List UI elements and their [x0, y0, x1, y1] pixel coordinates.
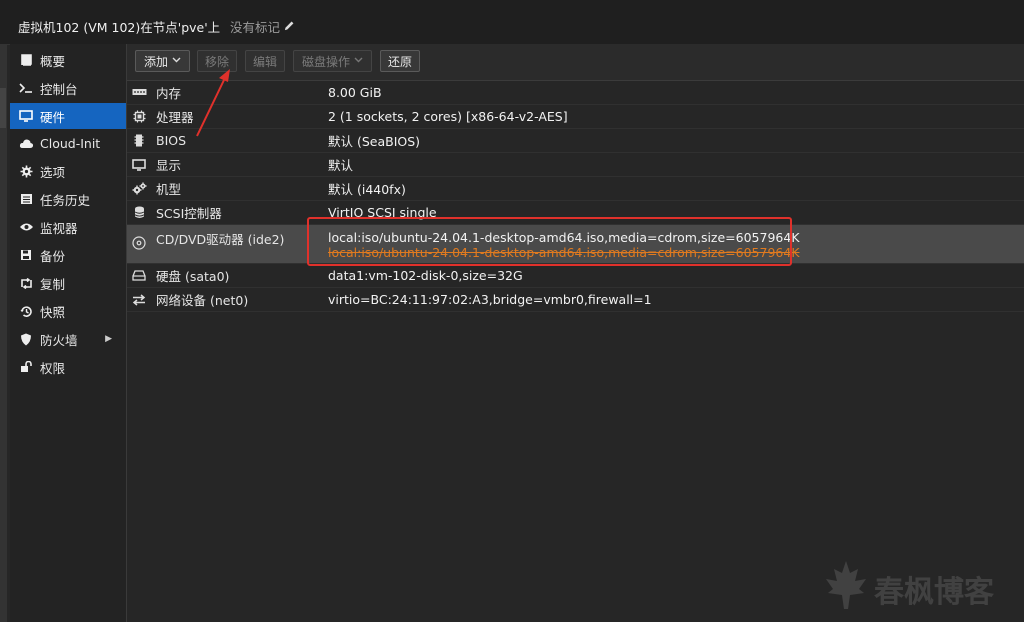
- gear-icon: [18, 165, 34, 178]
- hardware-name: 内存: [156, 86, 182, 101]
- hardware-value: VirtIO SCSI single: [328, 205, 437, 220]
- hardware-row-memory[interactable]: 内存 8.00 GiB: [127, 81, 1024, 105]
- sidebar-item-label: 选项: [40, 164, 66, 180]
- hardware-value: data1:vm-102-disk-0,size=32G: [328, 268, 523, 283]
- hardware-pending-value: local:iso/ubuntu-24.04.1-desktop-amd64.i…: [328, 245, 800, 260]
- sidebar: 概要 控制台 硬件 Cloud-Init 选项 任务历史 监视器 备份 复制 快…: [10, 44, 127, 622]
- revert-button[interactable]: 还原: [380, 50, 420, 72]
- watermark: 春枫博客: [824, 560, 1019, 618]
- sidebar-item-label: 快照: [40, 304, 66, 320]
- disk-action-button[interactable]: 磁盘操作: [293, 50, 372, 72]
- floppy-icon: [18, 249, 34, 261]
- chevron-down-icon: [172, 56, 181, 66]
- microchip-icon: [131, 133, 147, 149]
- hardware-name: 硬盘 (sata0): [156, 269, 230, 284]
- sidebar-item-label: 控制台: [40, 81, 78, 97]
- hardware-value: virtio=BC:24:11:97:02:A3,bridge=vmbr0,fi…: [328, 292, 652, 307]
- eye-icon: [18, 222, 34, 232]
- hardware-value: 默认: [328, 158, 354, 173]
- main-panel: 添加 移除 编辑 磁盘操作 还原 内存 8.00 GiB 处理器 2 (1 so…: [127, 44, 1024, 622]
- cdrom-icon: [131, 235, 147, 251]
- tags-label: 没有标记: [230, 20, 281, 35]
- hdd-icon: [131, 268, 147, 284]
- maple-leaf-icon: [824, 559, 868, 619]
- sidebar-item-label: 监视器: [40, 220, 78, 236]
- sidebar-item-summary[interactable]: 概要: [10, 47, 126, 73]
- edit-button[interactable]: 编辑: [245, 50, 285, 72]
- sidebar-item-snapshots[interactable]: 快照: [10, 298, 126, 324]
- tags-edit[interactable]: 没有标记: [230, 17, 295, 36]
- page-title: 虚拟机102 (VM 102)在节点'pve'上: [18, 20, 221, 35]
- sidebar-item-label: 概要: [40, 53, 66, 69]
- hardware-row-bios[interactable]: BIOS 默认 (SeaBIOS): [127, 129, 1024, 153]
- retweet-icon: [18, 277, 34, 289]
- hardware-value: 默认 (SeaBIOS): [328, 134, 421, 149]
- left-edge-scroll[interactable]: [0, 88, 6, 128]
- hardware-name: 网络设备 (net0): [156, 293, 249, 308]
- monitor-icon: [18, 110, 34, 122]
- remove-button-label: 移除: [204, 54, 229, 69]
- list-icon: [18, 193, 34, 205]
- hardware-name: 显示: [156, 158, 182, 173]
- sidebar-item-label: 硬件: [40, 109, 66, 125]
- exchange-icon: [131, 292, 147, 308]
- sidebar-item-console[interactable]: 控制台: [10, 75, 126, 101]
- disk-action-label: 磁盘操作: [301, 54, 350, 69]
- sidebar-item-label: 防火墙: [40, 332, 78, 348]
- hardware-row-processor[interactable]: 处理器 2 (1 sockets, 2 cores) [x86-64-v2-AE…: [127, 105, 1024, 129]
- sidebar-item-cloud-init[interactable]: Cloud-Init: [10, 130, 126, 156]
- edit-button-label: 编辑: [252, 54, 277, 69]
- hardware-value: 2 (1 sockets, 2 cores) [x86-64-v2-AES]: [328, 109, 568, 124]
- left-edge-panel: [0, 0, 7, 622]
- toolbar: 添加 移除 编辑 磁盘操作 还原: [127, 44, 1024, 81]
- sidebar-item-options[interactable]: 选项: [10, 158, 126, 184]
- add-button-label: 添加: [143, 54, 168, 69]
- hardware-row-cdrom[interactable]: CD/DVD驱动器 (ide2) local:iso/ubuntu-24.04.…: [127, 225, 1024, 264]
- unlock-icon: [18, 361, 34, 373]
- expand-arrow-icon[interactable]: ▶: [105, 334, 112, 344]
- hardware-row-display[interactable]: 显示 默认: [127, 153, 1024, 177]
- shield-icon: [18, 333, 34, 346]
- terminal-icon: [18, 82, 34, 94]
- watermark-text: 春枫博客: [874, 575, 994, 610]
- hardware-name: 处理器: [156, 110, 194, 125]
- database-icon: [131, 205, 147, 221]
- add-button[interactable]: 添加: [135, 50, 190, 72]
- sidebar-item-monitor[interactable]: 监视器: [10, 214, 126, 240]
- chevron-down-icon: [354, 56, 363, 66]
- sidebar-item-replication[interactable]: 复制: [10, 270, 126, 296]
- header: 虚拟机102 (VM 102)在节点'pve'上 没有标记: [0, 0, 1024, 45]
- display-icon: [131, 157, 147, 173]
- cpu-icon: [131, 109, 147, 125]
- hardware-row-scsi-controller[interactable]: SCSI控制器 VirtIO SCSI single: [127, 201, 1024, 225]
- hardware-row-hard-disk[interactable]: 硬盘 (sata0) data1:vm-102-disk-0,size=32G: [127, 264, 1024, 288]
- hardware-row-machine[interactable]: 机型 默认 (i440fx): [127, 177, 1024, 201]
- hardware-row-network[interactable]: 网络设备 (net0) virtio=BC:24:11:97:02:A3,bri…: [127, 288, 1024, 312]
- book-icon: [18, 54, 34, 66]
- hardware-name: BIOS: [156, 133, 187, 148]
- sidebar-item-label: 权限: [40, 360, 66, 376]
- sidebar-item-label: Cloud-Init: [40, 135, 101, 151]
- sidebar-item-task-history[interactable]: 任务历史: [10, 186, 126, 212]
- sidebar-item-label: 备份: [40, 248, 66, 264]
- cogs-icon: [131, 181, 147, 197]
- sidebar-item-hardware[interactable]: 硬件: [10, 103, 126, 129]
- sidebar-item-permissions[interactable]: 权限: [10, 354, 126, 380]
- sidebar-item-label: 任务历史: [40, 192, 91, 208]
- sidebar-item-label: 复制: [40, 276, 66, 292]
- sidebar-item-backup[interactable]: 备份: [10, 242, 126, 268]
- hardware-name: 机型: [156, 182, 182, 197]
- hardware-value: local:iso/ubuntu-24.04.1-desktop-amd64.i…: [328, 230, 800, 245]
- history-icon: [18, 305, 34, 318]
- cloud-icon: [18, 138, 34, 149]
- hardware-value: 默认 (i440fx): [328, 182, 406, 197]
- hardware-name: SCSI控制器: [156, 206, 222, 221]
- sidebar-item-firewall[interactable]: 防火墙 ▶: [10, 326, 126, 352]
- pencil-icon[interactable]: [284, 19, 295, 34]
- hardware-value: 8.00 GiB: [328, 85, 382, 100]
- memory-icon: [131, 85, 147, 101]
- revert-button-label: 还原: [387, 54, 412, 69]
- hardware-name: CD/DVD驱动器 (ide2): [156, 232, 285, 247]
- remove-button[interactable]: 移除: [197, 50, 237, 72]
